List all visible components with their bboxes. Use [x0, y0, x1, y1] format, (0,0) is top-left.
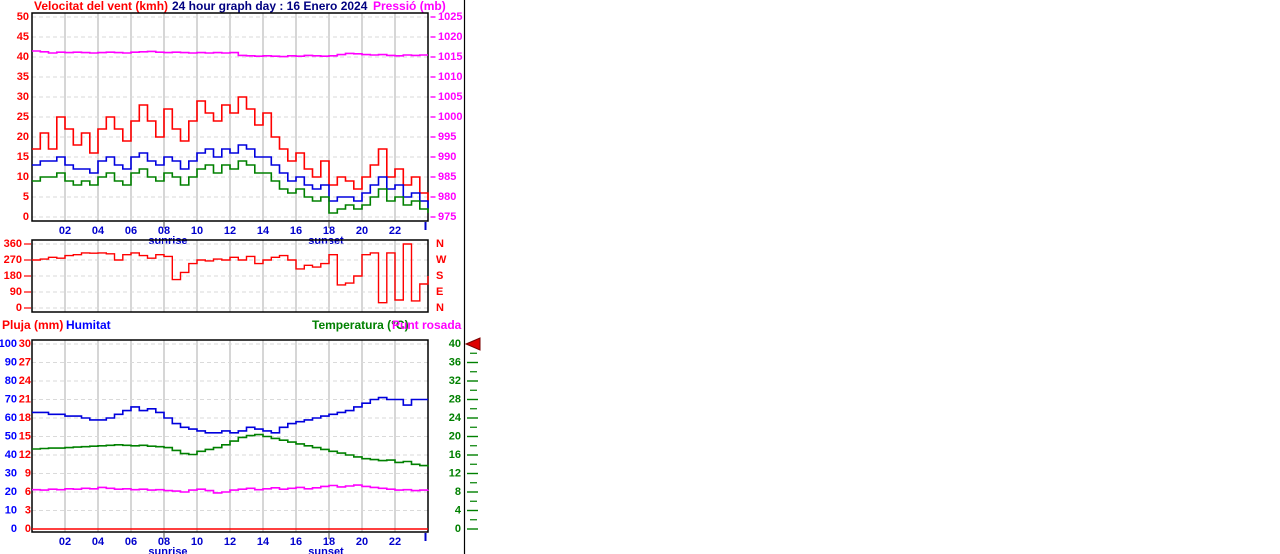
svg-text:12: 12	[224, 225, 236, 237]
svg-text:995: 995	[438, 131, 456, 143]
svg-text:45: 45	[17, 31, 29, 43]
svg-text:20: 20	[449, 430, 461, 442]
svg-text:10: 10	[17, 171, 29, 183]
svg-text:14: 14	[257, 536, 270, 548]
svg-text:50: 50	[5, 430, 17, 442]
svg-text:40: 40	[17, 51, 29, 63]
weather-station-24h-graph: Velocitat del vent (kmh) 24 hour graph d…	[0, 0, 1280, 554]
svg-text:06: 06	[125, 536, 137, 548]
svg-text:04: 04	[92, 536, 105, 548]
svg-text:100: 100	[0, 338, 17, 350]
svg-text:60: 60	[5, 412, 17, 424]
svg-text:sunrise: sunrise	[148, 546, 187, 554]
svg-text:1000: 1000	[438, 111, 462, 123]
svg-text:10: 10	[191, 536, 203, 548]
svg-text:12: 12	[19, 449, 31, 461]
svg-text:16: 16	[290, 536, 302, 548]
svg-text:10: 10	[5, 504, 17, 516]
svg-text:1015: 1015	[438, 51, 462, 63]
svg-text:15: 15	[17, 151, 29, 163]
svg-text:20: 20	[17, 131, 29, 143]
svg-text:06: 06	[125, 225, 137, 237]
svg-text:25: 25	[17, 111, 29, 123]
svg-text:35: 35	[17, 71, 29, 83]
svg-text:27: 27	[19, 356, 31, 368]
svg-text:0: 0	[455, 523, 461, 535]
svg-text:9: 9	[25, 467, 31, 479]
svg-text:8: 8	[455, 486, 461, 498]
svg-text:990: 990	[438, 151, 456, 163]
svg-text:18: 18	[19, 412, 31, 424]
svg-text:02: 02	[59, 536, 71, 548]
svg-text:sunrise: sunrise	[148, 235, 187, 247]
svg-text:985: 985	[438, 171, 456, 183]
svg-text:1010: 1010	[438, 71, 462, 83]
svg-text:12: 12	[449, 467, 461, 479]
svg-text:16: 16	[290, 225, 302, 237]
svg-text:02: 02	[59, 225, 71, 237]
svg-text:50: 50	[17, 11, 29, 23]
svg-text:0: 0	[16, 302, 22, 314]
svg-text:W: W	[436, 254, 447, 266]
svg-text:40: 40	[5, 449, 17, 461]
svg-text:180: 180	[4, 270, 22, 282]
svg-text:70: 70	[5, 393, 17, 405]
svg-text:36: 36	[449, 356, 461, 368]
svg-text:24: 24	[449, 412, 462, 424]
svg-text:24: 24	[19, 375, 32, 387]
svg-text:14: 14	[257, 225, 270, 237]
svg-text:0: 0	[25, 523, 31, 535]
svg-text:16: 16	[449, 449, 461, 461]
svg-text:980: 980	[438, 191, 456, 203]
svg-text:20: 20	[356, 225, 368, 237]
svg-text:28: 28	[449, 393, 461, 405]
svg-text:30: 30	[19, 338, 31, 350]
svg-text:22: 22	[389, 225, 401, 237]
svg-text:80: 80	[5, 375, 17, 387]
svg-text:N: N	[436, 302, 444, 314]
svg-text:E: E	[436, 286, 443, 298]
svg-text:1020: 1020	[438, 31, 462, 43]
svg-text:30: 30	[5, 467, 17, 479]
svg-text:30: 30	[17, 91, 29, 103]
svg-text:N: N	[436, 238, 444, 250]
current-temperature-arrow-icon	[464, 337, 481, 351]
svg-text:0: 0	[23, 211, 29, 223]
svg-text:975: 975	[438, 211, 456, 223]
svg-text:S: S	[436, 270, 443, 282]
svg-text:6: 6	[25, 486, 31, 498]
svg-text:12: 12	[224, 536, 236, 548]
svg-text:1025: 1025	[438, 11, 462, 23]
svg-text:20: 20	[5, 486, 17, 498]
svg-text:sunset: sunset	[308, 546, 344, 554]
svg-text:270: 270	[4, 254, 22, 266]
svg-text:40: 40	[449, 338, 461, 350]
svg-text:21: 21	[19, 393, 31, 405]
svg-text:15: 15	[19, 430, 31, 442]
charts-svg: 0510152025303540455097598098599099510001…	[0, 0, 481, 554]
svg-text:3: 3	[25, 504, 31, 516]
svg-text:90: 90	[10, 286, 22, 298]
svg-text:22: 22	[389, 536, 401, 548]
svg-text:5: 5	[23, 191, 29, 203]
svg-text:360: 360	[4, 238, 22, 250]
svg-text:1005: 1005	[438, 91, 462, 103]
svg-text:sunset: sunset	[308, 235, 344, 247]
svg-text:90: 90	[5, 356, 17, 368]
svg-text:4: 4	[455, 504, 462, 516]
svg-text:32: 32	[449, 375, 461, 387]
svg-text:20: 20	[356, 536, 368, 548]
svg-text:04: 04	[92, 225, 105, 237]
svg-text:10: 10	[191, 225, 203, 237]
svg-text:0: 0	[11, 523, 17, 535]
